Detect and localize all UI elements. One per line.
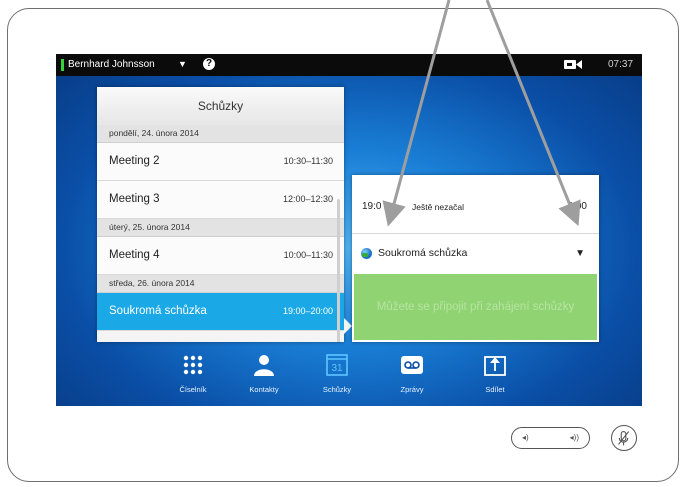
join-button[interactable]: Můžete se připojit při zahájení schůzky xyxy=(354,274,597,340)
bottom-dock: Číselník Kontakty 31 Schůzky Zprávy Sdíl… xyxy=(56,346,642,406)
clock: 07:37 xyxy=(608,59,634,70)
dock-item-contacts[interactable]: Kontakty xyxy=(234,346,294,406)
camera-icon[interactable] xyxy=(564,59,582,70)
contacts-icon xyxy=(254,355,274,376)
list-scrollbar[interactable] xyxy=(337,199,340,342)
divider xyxy=(352,233,599,234)
touch-screen: Bernhard Johnsson ▼ ? 07:37 Schůzky pond… xyxy=(56,54,642,406)
meeting-time: 12:00–12:30 xyxy=(282,194,333,204)
meeting-row[interactable]: Meeting 4 10:00–11:30 xyxy=(97,237,344,275)
user-name[interactable]: Bernhard Johnsson xyxy=(68,59,155,70)
calendar-day-number: 31 xyxy=(331,363,343,374)
day-header: úterý, 25. února 2014 xyxy=(97,219,344,237)
meeting-name: Meeting 4 xyxy=(109,249,160,261)
voicemail-icon xyxy=(401,356,423,374)
meeting-row[interactable]: Meeting 3 12:00–12:30 xyxy=(97,181,344,219)
calendar-icon: 31 xyxy=(326,354,348,376)
microphone-muted-icon xyxy=(618,430,630,446)
meeting-time: 10:30–11:30 xyxy=(283,156,333,166)
meeting-detail-panel: 19:0 Ještě nezačal 0:00 Soukromá schůzka… xyxy=(352,175,599,342)
globe-icon xyxy=(361,248,372,259)
detail-meeting-name: Soukromá schůzka xyxy=(378,247,468,259)
mute-button[interactable] xyxy=(611,425,637,451)
volume-rocker[interactable]: ◂) ◂)) xyxy=(511,427,590,449)
dock-item-meetings[interactable]: 31 Schůzky xyxy=(307,346,367,406)
dock-label: Číselník xyxy=(179,385,207,394)
dialpad-icon xyxy=(183,355,203,375)
detail-status: Ještě nezačal xyxy=(412,202,464,212)
dock-item-messages[interactable]: Zprávy xyxy=(382,346,442,406)
dock-label: Kontakty xyxy=(249,385,279,394)
meeting-name: Meeting 2 xyxy=(109,155,160,167)
meeting-time: 19:00–20:00 xyxy=(282,306,333,316)
dock-item-dialpad[interactable]: Číselník xyxy=(163,346,223,406)
status-bar: Bernhard Johnsson ▼ ? 07:37 xyxy=(56,54,642,76)
meetings-panel: Schůzky pondělí, 24. února 2014 Meeting … xyxy=(97,87,344,342)
day-header: středa, 26. února 2014 xyxy=(97,275,344,293)
presence-indicator xyxy=(61,59,64,71)
day-header: pondělí, 24. února 2014 xyxy=(97,125,344,143)
panel-title: Schůzky xyxy=(97,87,344,126)
meeting-time: 10:00–11:30 xyxy=(283,250,333,260)
selection-pointer xyxy=(344,318,352,334)
meeting-row[interactable]: Meeting 2 10:30–11:30 xyxy=(97,143,344,181)
meeting-name: Soukromá schůzka xyxy=(109,305,207,317)
volume-up-icon[interactable]: ◂)) xyxy=(570,433,579,442)
meetings-list[interactable]: pondělí, 24. února 2014 Meeting 2 10:30–… xyxy=(97,125,344,331)
dock-item-share[interactable]: Sdílet xyxy=(465,346,525,406)
detail-start-time: 19:0 xyxy=(362,201,382,212)
meeting-row-selected[interactable]: Soukromá schůzka 19:00–20:00 xyxy=(97,293,344,331)
meeting-name: Meeting 3 xyxy=(109,193,160,205)
detail-end-time: 0:00 xyxy=(567,201,587,212)
user-menu-caret-icon[interactable]: ▼ xyxy=(178,59,187,69)
dock-label: Zprávy xyxy=(400,385,424,394)
volume-down-icon[interactable]: ◂) xyxy=(522,433,529,442)
expand-caret-icon[interactable]: ▼ xyxy=(575,248,585,259)
help-icon[interactable]: ? xyxy=(203,58,215,70)
dock-label: Schůzky xyxy=(322,385,352,394)
share-icon xyxy=(484,356,506,376)
dock-label: Sdílet xyxy=(485,385,505,394)
